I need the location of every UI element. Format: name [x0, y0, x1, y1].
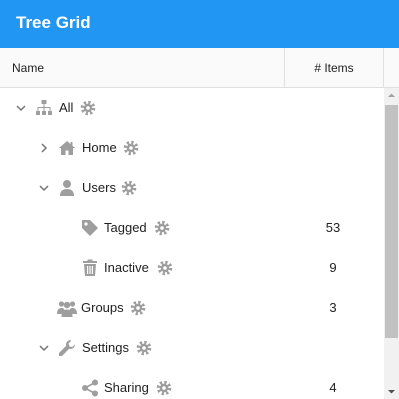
gear-icon[interactable]: [154, 220, 170, 236]
wrench-icon: [58, 339, 76, 357]
column-header-name[interactable]: Name: [12, 48, 44, 87]
gear-icon[interactable]: [157, 260, 173, 276]
gear-icon[interactable]: [123, 140, 139, 156]
tag-icon: [81, 219, 99, 237]
page-title: Tree Grid: [16, 13, 91, 32]
title-bar: Tree Grid: [0, 0, 399, 48]
chevron-down-icon[interactable]: [13, 100, 29, 116]
trash-icon: [81, 259, 99, 277]
tree-row-label: Inactive: [104, 260, 149, 275]
gear-icon[interactable]: [130, 300, 146, 316]
items-count: 3: [329, 300, 337, 315]
scrollbar-thumb[interactable]: [385, 105, 398, 338]
tree-row-label: Home: [82, 140, 117, 155]
gear-icon[interactable]: [156, 380, 172, 396]
items-count: 9: [329, 260, 337, 275]
tree-row-users[interactable]: Users: [0, 168, 384, 208]
column-header-items[interactable]: # Items: [284, 48, 384, 87]
home-icon: [58, 139, 76, 157]
tree-row-groups[interactable]: Groups 3: [0, 288, 384, 328]
chevron-down-icon[interactable]: [36, 180, 52, 196]
tree-row-label: All: [59, 100, 74, 115]
gear-icon[interactable]: [136, 340, 152, 356]
tree-row-sharing[interactable]: Sharing 4: [0, 368, 384, 399]
scroll-down-arrow-icon[interactable]: [384, 384, 399, 399]
share-icon: [81, 379, 99, 397]
tree-row-inactive[interactable]: Inactive 9: [0, 248, 384, 288]
vertical-scrollbar[interactable]: [384, 88, 399, 399]
items-count: 4: [329, 380, 337, 395]
tree-row-settings[interactable]: Settings: [0, 328, 384, 368]
tree-row-label: Groups: [81, 300, 124, 315]
gear-icon[interactable]: [121, 180, 137, 196]
tree-row-all[interactable]: All: [0, 88, 384, 128]
grid-body: All Home Users Tagged 53 Inactive 9 Grou…: [0, 88, 384, 399]
chevron-down-icon[interactable]: [36, 340, 52, 356]
tree-row-label: Settings: [82, 340, 129, 355]
tree-row-label: Tagged: [104, 220, 147, 235]
user-icon: [58, 179, 76, 197]
sitemap-icon: [35, 99, 53, 117]
users-icon: [57, 299, 77, 317]
tree-row-home[interactable]: Home: [0, 128, 384, 168]
chevron-right-icon[interactable]: [36, 140, 52, 156]
tree-row-label: Users: [82, 180, 116, 195]
grid-header: Name # Items: [0, 48, 399, 88]
scroll-up-arrow-icon[interactable]: [384, 88, 399, 103]
tree-row-label: Sharing: [104, 380, 149, 395]
gear-icon[interactable]: [80, 100, 96, 116]
tree-row-tagged[interactable]: Tagged 53: [0, 208, 384, 248]
items-count: 53: [325, 220, 341, 235]
